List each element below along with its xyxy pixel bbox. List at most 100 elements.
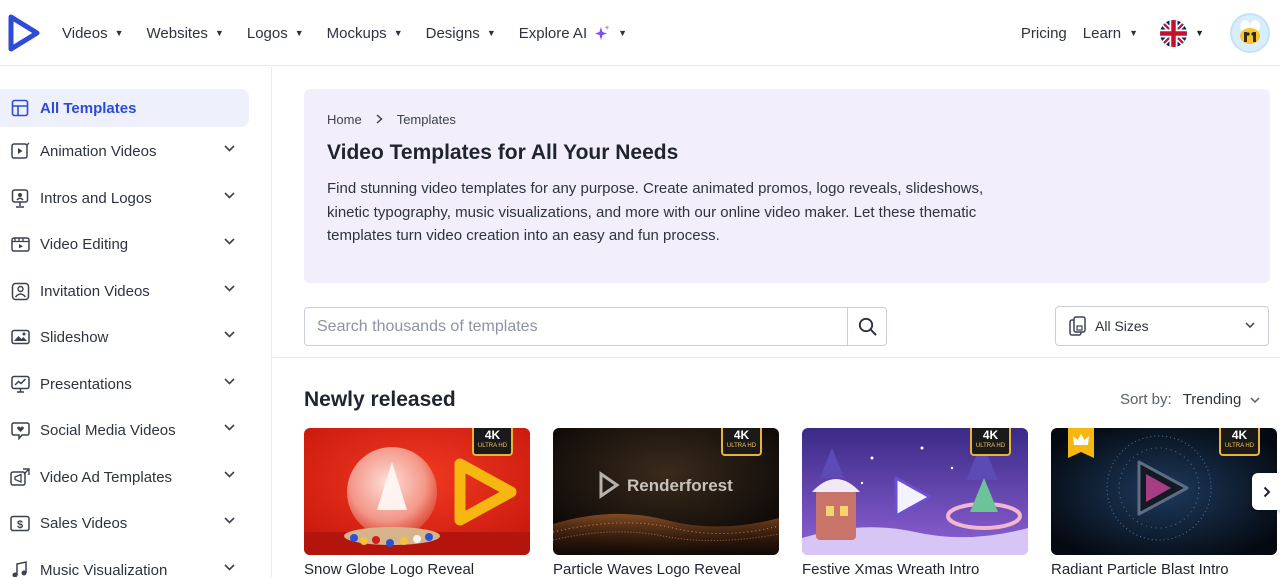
breadcrumb: Home Templates [327, 112, 456, 127]
sidebar-item-video-editing[interactable]: Video Editing [0, 225, 249, 263]
sidebar-item-label: Invitation Videos [40, 282, 150, 300]
template-card-title[interactable]: Particle Waves Logo Reveal [553, 561, 741, 577]
page-description: Find stunning video templates for any pu… [327, 180, 984, 244]
template-card-title[interactable]: Radiant Particle Blast Intro [1051, 561, 1229, 577]
template-card-particle-waves[interactable]: Renderforest 4K ULTRA HD [553, 428, 779, 555]
chevron-down-icon [224, 145, 235, 152]
template-card-snow-globe[interactable]: 4K ULTRA HD [304, 428, 530, 555]
template-card-radiant-particle-blast[interactable]: 4K ULTRA HD [1051, 428, 1277, 555]
template-search [304, 307, 887, 346]
header-right: Pricing Learn ▼ ▼ [1021, 0, 1280, 66]
sidebar-item-label: Intros and Logos [40, 189, 152, 207]
sidebar-item-label: Video Ad Templates [40, 468, 173, 486]
chevron-down-icon [224, 285, 235, 292]
chevron-down-icon [224, 192, 235, 199]
sidebar-item-slideshow[interactable]: Slideshow [0, 318, 249, 356]
premium-crown-icon [1068, 428, 1094, 458]
caret-down-icon: ▼ [214, 28, 224, 38]
nav-logos-label: Logos [246, 24, 288, 42]
presenter-icon [10, 188, 30, 208]
nav-pricing[interactable]: Pricing [1021, 25, 1067, 42]
nav-explore-ai-label: Explore AI [518, 24, 588, 42]
chevron-down-icon [224, 331, 235, 338]
nav-videos-label: Videos [62, 24, 108, 42]
carousel-next-button[interactable] [1252, 473, 1280, 510]
caret-down-icon: ▼ [486, 28, 496, 38]
nav-explore-ai[interactable]: Explore AI ▼ [519, 24, 627, 42]
nav-mockups-label: Mockups [326, 24, 387, 42]
sidebar-item-social-media-videos[interactable]: Social Media Videos [0, 411, 249, 449]
sidebar-item-all-templates[interactable]: All Templates [0, 89, 249, 127]
caret-down-icon: ▼ [114, 28, 124, 38]
nav-designs[interactable]: Designs ▼ [426, 25, 496, 42]
breadcrumb-home[interactable]: Home [327, 112, 362, 127]
sidebar-item-presentations[interactable]: Presentations [0, 365, 249, 403]
sidebar-item-label: Presentations [40, 375, 132, 393]
nav-learn-label: Learn [1082, 24, 1122, 42]
sort-value: Trending [1182, 391, 1242, 408]
sidebar-item-animation-videos[interactable]: Animation Videos [0, 132, 249, 170]
sparkle-icon [595, 25, 610, 40]
search-input[interactable] [305, 308, 847, 345]
chevron-right-icon [376, 113, 383, 127]
chevron-down-icon [224, 471, 235, 478]
nav-websites[interactable]: Websites ▼ [147, 25, 224, 42]
search-icon [858, 317, 876, 336]
hero-banner: Home Templates Video Templates for All Y… [304, 89, 1270, 283]
nav-websites-label: Websites [146, 24, 208, 42]
top-navigation-bar: Videos ▼ Websites ▼ Logos ▼ Mockups ▼ De… [0, 0, 1280, 66]
sizes-dropdown[interactable]: All Sizes [1055, 306, 1269, 346]
4k-badge: 4K ULTRA HD [1219, 428, 1260, 456]
sidebar-item-sales-videos[interactable]: $ Sales Videos [0, 504, 249, 542]
sidebar-item-label: Slideshow [40, 328, 109, 346]
sidebar-item-invitation-videos[interactable]: Invitation Videos [0, 272, 249, 310]
sidebar-item-label: Video Editing [40, 235, 129, 253]
category-sidebar: All Templates Animation Videos Intros an… [0, 67, 272, 577]
music-icon [10, 560, 30, 577]
sidebar-item-label: Music Visualization [40, 561, 168, 577]
language-selector[interactable]: ▼ [1160, 19, 1204, 47]
sort-control[interactable]: Sort by: Trending [1120, 391, 1260, 408]
chevron-down-icon [224, 378, 235, 385]
svg-text:Renderforest: Renderforest [627, 476, 733, 495]
renderforest-logo-icon[interactable] [8, 14, 40, 52]
uk-flag-icon [1160, 19, 1188, 47]
user-avatar[interactable] [1230, 13, 1270, 53]
sidebar-item-label: Social Media Videos [40, 421, 176, 439]
search-button[interactable] [847, 308, 886, 345]
chevron-down-icon [224, 238, 235, 245]
bee-avatar-icon [1240, 20, 1260, 44]
sidebar-item-intros-logos[interactable]: Intros and Logos [0, 179, 249, 217]
section-divider [273, 357, 1280, 358]
nav-designs-label: Designs [425, 24, 480, 42]
template-card-title[interactable]: Festive Xmas Wreath Intro [802, 561, 979, 577]
sizes-icon [1069, 316, 1086, 336]
4k-badge: 4K ULTRA HD [970, 428, 1011, 456]
breadcrumb-templates: Templates [396, 112, 456, 127]
sidebar-item-music-visualization[interactable]: Music Visualization [0, 551, 249, 577]
section-title: Newly released [304, 388, 456, 411]
image-icon [10, 327, 30, 347]
template-card-festive-xmas[interactable]: 4K ULTRA HD [802, 428, 1028, 555]
grid-icon [10, 98, 30, 118]
chevron-down-icon [224, 564, 235, 571]
sidebar-item-label: Sales Videos [40, 514, 128, 532]
invitation-icon [10, 281, 30, 301]
nav-videos[interactable]: Videos ▼ [62, 25, 124, 42]
4k-badge: 4K ULTRA HD [721, 428, 762, 456]
chevron-down-icon [224, 424, 235, 431]
nav-mockups[interactable]: Mockups ▼ [327, 25, 403, 42]
sidebar-item-video-ad-templates[interactable]: Video Ad Templates [0, 458, 249, 496]
caret-down-icon: ▼ [393, 28, 403, 38]
nav-learn[interactable]: Learn ▼ [1083, 25, 1138, 42]
4k-badge: 4K ULTRA HD [472, 428, 513, 456]
chevron-down-icon [1245, 322, 1255, 328]
chevron-down-icon [224, 517, 235, 524]
caret-down-icon: ▼ [294, 28, 304, 38]
caret-down-icon: ▼ [618, 28, 628, 38]
svg-text:$: $ [17, 519, 23, 531]
template-card-title[interactable]: Snow Globe Logo Reveal [304, 561, 474, 577]
chat-heart-icon [10, 420, 30, 440]
main-nav: Videos ▼ Websites ▼ Logos ▼ Mockups ▼ De… [62, 0, 650, 66]
nav-logos[interactable]: Logos ▼ [247, 25, 304, 42]
